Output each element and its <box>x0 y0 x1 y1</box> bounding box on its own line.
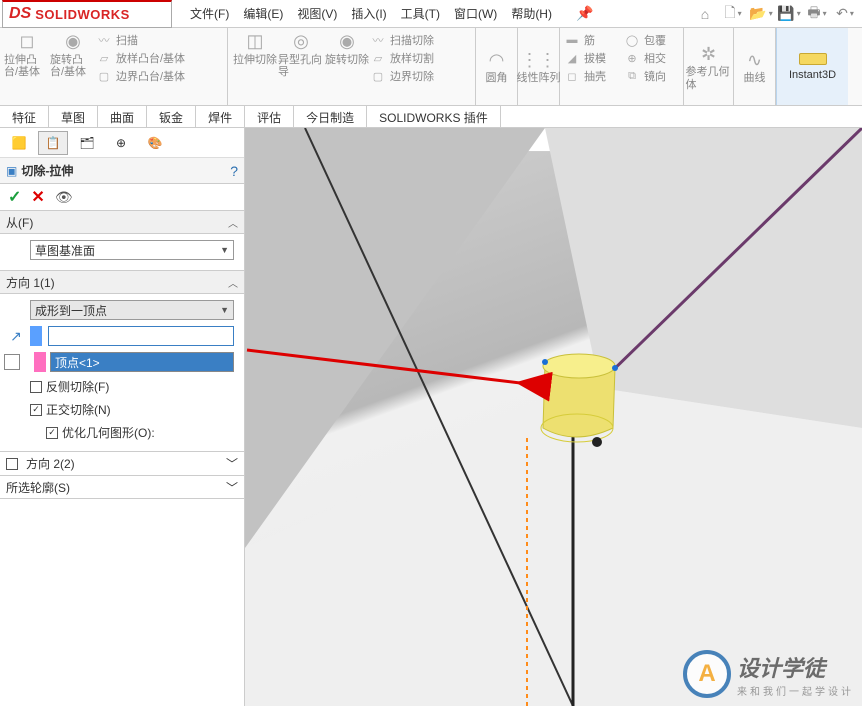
undo-icon[interactable]: ↶ <box>834 4 856 24</box>
pm-tabs: 🟨 📋 🗂 ⊕ 🎨 <box>0 128 244 158</box>
ok-button[interactable]: ✓ <box>8 187 21 207</box>
property-manager: 🟨 📋 🗂 ⊕ 🎨 ▣ 切除-拉伸 ? ✓ ✕ 👁 从(F) ︿ 草图基准面▼ … <box>0 128 245 706</box>
menu-bar: 文件(F) 编辑(E) 视图(V) 插入(I) 工具(T) 窗口(W) 帮助(H… <box>176 5 593 22</box>
save-icon[interactable]: 💾 <box>778 4 800 24</box>
ribbon-group-refgeom: ✲参考几何体 <box>684 28 734 105</box>
menu-tools[interactable]: 工具(T) <box>401 5 440 22</box>
ribbon-group-fillet: ◠圆角 <box>476 28 518 105</box>
chevron-down-icon: ﹀ <box>226 479 238 496</box>
cut-extrude-button[interactable]: ◫拉伸切除 <box>232 30 278 66</box>
section-contours[interactable]: 所选轮廓(S) ﹀ <box>0 475 244 499</box>
section-dir1[interactable]: 方向 1(1) ︿ <box>0 270 244 294</box>
menu-edit[interactable]: 编辑(E) <box>243 5 283 22</box>
boundary-button[interactable]: ▢边界凸台/基体 <box>96 68 185 84</box>
pm-tab-property[interactable]: 📋 <box>38 131 68 155</box>
vertex-field-color <box>34 352 46 372</box>
instant3d-button[interactable]: Instant3D <box>776 28 848 105</box>
quick-access: ⌂ 🗋 📂 💾 🖶 ↶ <box>694 4 862 24</box>
pin-icon[interactable]: 📌 <box>576 5 593 22</box>
menu-insert[interactable]: 插入(I) <box>351 5 386 22</box>
menu-window[interactable]: 窗口(W) <box>454 5 497 22</box>
chevron-up-icon: ︿ <box>228 215 238 230</box>
fillet-button[interactable]: ◠圆角 <box>474 48 520 84</box>
direction-input[interactable] <box>48 326 234 346</box>
direction-field-color <box>30 326 42 346</box>
ribbon-group-features: ◻拉伸凸台/基体 ◉旋转凸台/基体 〰扫描 ▱放样凸台/基体 ▢边界凸台/基体 <box>0 28 228 105</box>
cut-extrude-icon: ▣ <box>6 164 17 178</box>
tab-today[interactable]: 今日制造 <box>294 106 367 127</box>
revolve-boss-button[interactable]: ◉旋转凸台/基体 <box>50 30 96 78</box>
menu-help[interactable]: 帮助(H) <box>511 5 552 22</box>
tab-sketch[interactable]: 草图 <box>49 106 98 127</box>
wrap-button[interactable]: ◯包覆 <box>624 32 666 48</box>
reverse-cut-checkbox[interactable]: 反侧切除(F) <box>30 378 234 395</box>
reverse-direction-icon[interactable]: ↗ <box>8 328 24 345</box>
dir1-end-condition-select[interactable]: 成形到一顶点▼ <box>30 300 234 320</box>
intersect-button[interactable]: ⊕相交 <box>624 50 666 66</box>
open-icon[interactable]: 📂 <box>750 4 772 24</box>
vertex-type-icon <box>4 354 20 370</box>
ribbon-group-cut: ◫拉伸切除 ◎异型孔向导 ◉旋转切除 〰扫描切除 ▱放样切割 ▢边界切除 <box>228 28 476 105</box>
vertex-selection[interactable]: 顶点<1> <box>50 352 234 372</box>
tab-weldment[interactable]: 焊件 <box>196 106 245 127</box>
chevron-down-icon: ﹀ <box>226 455 238 472</box>
section-from[interactable]: 从(F) ︿ <box>0 210 244 234</box>
watermark-logo-icon: A <box>683 650 731 698</box>
cut-sweep-button[interactable]: 〰扫描切除 <box>370 32 434 48</box>
menu-file[interactable]: 文件(F) <box>190 5 229 22</box>
ribbon: ◻拉伸凸台/基体 ◉旋转凸台/基体 〰扫描 ▱放样凸台/基体 ▢边界凸台/基体 … <box>0 28 862 106</box>
logo-text: SOLIDWORKS <box>35 7 130 22</box>
tab-evaluate[interactable]: 评估 <box>245 106 294 127</box>
pm-tab-feature[interactable]: 🟨 <box>4 131 34 155</box>
pm-tab-config[interactable]: 🗂 <box>72 131 102 155</box>
loft-button[interactable]: ▱放样凸台/基体 <box>96 50 185 66</box>
instant3d-icon <box>799 53 827 65</box>
extrude-boss-button[interactable]: ◻拉伸凸台/基体 <box>4 30 50 78</box>
watermark-sub: 来和我们一起学设计 <box>737 683 854 698</box>
optimize-checkbox[interactable]: ✓优化几何图形(O): <box>46 424 234 441</box>
section-dir2[interactable]: 方向 2(2) ﹀ <box>0 451 244 475</box>
normal-cut-checkbox[interactable]: ✓正交切除(N) <box>30 401 234 418</box>
cut-revolve-button[interactable]: ◉旋转切除 <box>324 30 370 66</box>
hole-wizard-button[interactable]: ◎异型孔向导 <box>278 30 324 78</box>
chevron-up-icon: ︿ <box>228 275 238 290</box>
help-icon[interactable]: ? <box>230 163 238 179</box>
watermark-title: 设计学徒 <box>737 651 854 683</box>
tab-sheetmetal[interactable]: 钣金 <box>147 106 196 127</box>
print-icon[interactable]: 🖶 <box>806 4 828 24</box>
from-select[interactable]: 草图基准面▼ <box>30 240 234 260</box>
pm-header: ▣ 切除-拉伸 ? <box>0 158 244 184</box>
pm-confirm-row: ✓ ✕ 👁 <box>0 184 244 210</box>
linear-pattern-button[interactable]: ⋮⋮线性阵列 <box>516 48 562 84</box>
cancel-button[interactable]: ✕ <box>31 187 44 207</box>
cut-loft-button[interactable]: ▱放样切割 <box>370 50 434 66</box>
new-icon[interactable]: 🗋 <box>722 4 744 24</box>
graphics-viewport[interactable]: ▶ 零件1 (默认< <默认>_显... <box>245 128 862 706</box>
viewport-geometry <box>245 128 862 706</box>
cut-boundary-button[interactable]: ▢边界切除 <box>370 68 434 84</box>
ribbon-group-body: ▬筋 ◢拔模 ◻抽壳 ◯包覆 ⊕相交 ⧉镜向 <box>560 28 684 105</box>
tab-features[interactable]: 特征 <box>0 106 49 127</box>
command-tabs: 特征 草图 曲面 钣金 焊件 评估 今日制造 SOLIDWORKS 插件 <box>0 106 862 128</box>
ribbon-group-pattern: ⋮⋮线性阵列 <box>518 28 560 105</box>
home-icon[interactable]: ⌂ <box>694 4 716 24</box>
title-bar: DS SOLIDWORKS 文件(F) 编辑(E) 视图(V) 插入(I) 工具… <box>0 0 862 28</box>
logo-ds-icon: DS <box>9 5 31 23</box>
tab-surface[interactable]: 曲面 <box>98 106 147 127</box>
watermark: A 设计学徒 来和我们一起学设计 <box>683 650 854 698</box>
ribbon-group-curves: ∿曲线 <box>734 28 776 105</box>
tab-plugins[interactable]: SOLIDWORKS 插件 <box>367 106 501 127</box>
sweep-button[interactable]: 〰扫描 <box>96 32 185 48</box>
ref-geometry-button[interactable]: ✲参考几何体 <box>686 42 732 90</box>
app-logo: DS SOLIDWORKS <box>2 0 172 28</box>
preview-button[interactable]: 👁 <box>55 189 73 206</box>
main-area: 🟨 📋 🗂 ⊕ 🎨 ▣ 切除-拉伸 ? ✓ ✕ 👁 从(F) ︿ 草图基准面▼ … <box>0 128 862 706</box>
menu-view[interactable]: 视图(V) <box>297 5 337 22</box>
pm-title: 切除-拉伸 <box>21 162 73 179</box>
pm-tab-dim[interactable]: ⊕ <box>106 131 136 155</box>
pm-tab-appearance[interactable]: 🎨 <box>140 131 170 155</box>
mirror-button[interactable]: ⧉镜向 <box>624 68 666 84</box>
curves-button[interactable]: ∿曲线 <box>732 48 778 84</box>
